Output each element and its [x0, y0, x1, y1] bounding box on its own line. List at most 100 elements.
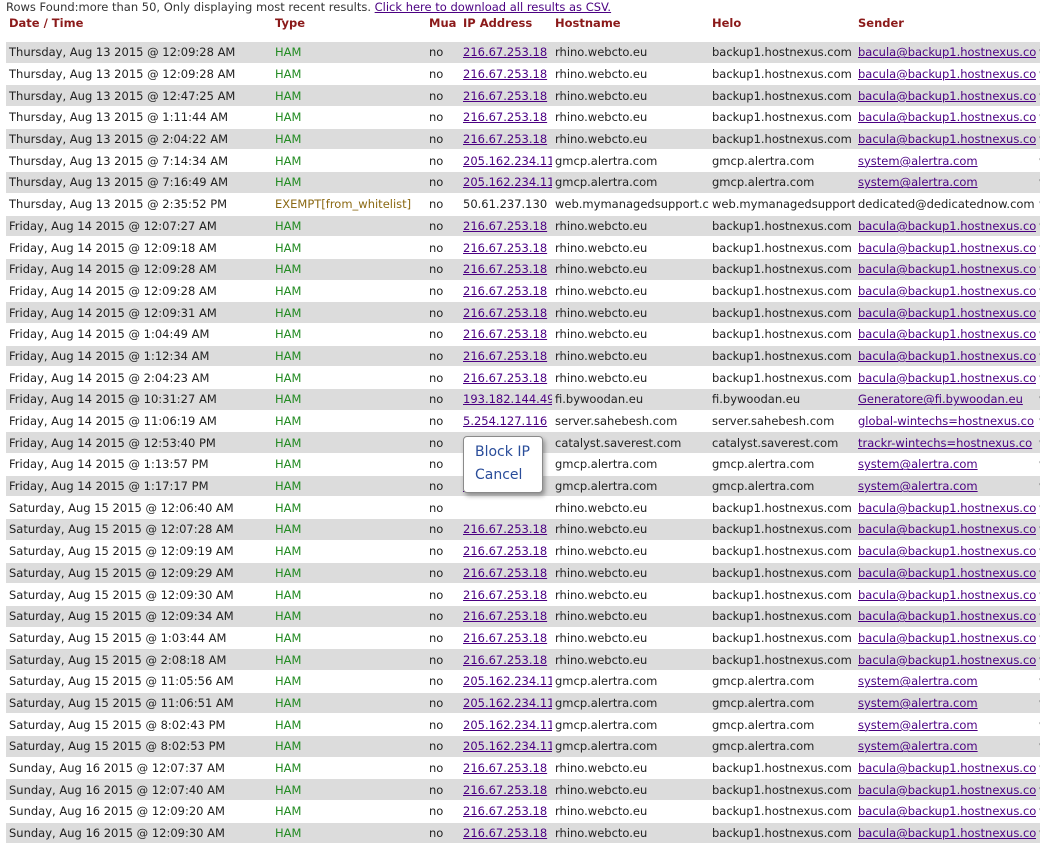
cell-sender-link[interactable]: bacula@backup1.hostnexus.co [858, 804, 1036, 818]
cell-sender-link[interactable]: bacula@backup1.hostnexus.co [858, 371, 1036, 385]
table-row: Saturday, Aug 15 2015 @ 8:02:43 PM HAM no 2… [6, 713, 1040, 736]
cell-sender-link[interactable]: bacula@backup1.hostnexus.co [858, 761, 1036, 775]
cell-sender-link[interactable]: bacula@backup1.hostnexus.co [858, 783, 1036, 797]
cell-sender-link[interactable]: global-wintechs=hostnexus.co [858, 414, 1034, 428]
cell-date: Saturday, Aug 15 2015 @ 12:09:29 AM [9, 565, 234, 580]
cell-ip-link[interactable]: 216.67.253.18 [463, 783, 547, 797]
col-header-ip[interactable]: IP Address [460, 14, 552, 42]
cell-sender-link[interactable]: system@alertra.com [858, 696, 978, 710]
cell-helo: backup1.hostnexus.com [712, 609, 852, 624]
cell-date: Thursday, Aug 13 2015 @ 12:09:28 AM [9, 45, 236, 60]
cell-sender-link[interactable]: bacula@backup1.hostnexus.co [858, 284, 1036, 298]
cell-sender-link[interactable]: bacula@backup1.hostnexus.co [858, 566, 1036, 580]
cell-sender-link[interactable]: bacula@backup1.hostnexus.co [858, 501, 1036, 515]
cell-ip-link[interactable]: 216.67.253.18 [463, 241, 547, 255]
cell-sender-link[interactable]: bacula@backup1.hostnexus.co [858, 631, 1036, 645]
cell-ip-link[interactable]: 216.67.253.18 [463, 566, 547, 580]
cell-ip-link[interactable]: 5.254.127.116 [463, 414, 547, 428]
cell-sender-link[interactable]: bacula@backup1.hostnexus.co [858, 132, 1036, 146]
cell-ip-link[interactable]: 216.67.253.18 [463, 327, 547, 341]
cell-mua: no [429, 761, 444, 776]
cell-ip-link[interactable]: 216.67.253.18 [463, 631, 547, 645]
cell-helo: backup1.hostnexus.com [712, 218, 852, 233]
cell-sender-link[interactable]: bacula@backup1.hostnexus.co [858, 522, 1036, 536]
cell-sender-link[interactable]: bacula@backup1.hostnexus.co [858, 826, 1036, 840]
table-row: Sunday, Aug 16 2015 @ 12:07:37 AM HAM no 21… [6, 757, 1040, 780]
cell-ip-link[interactable]: 205.162.234.11 [463, 696, 552, 710]
cell-sender-link[interactable]: bacula@backup1.hostnexus.co [858, 609, 1036, 623]
cell-ip-link[interactable]: 205.162.234.11 [463, 718, 552, 732]
cell-ip-link[interactable]: 216.67.253.18 [463, 544, 547, 558]
cell-ip-link[interactable]: 205.162.234.11 [463, 674, 552, 688]
col-header-helo[interactable]: Helo [709, 14, 855, 42]
cell-mua: no [429, 153, 444, 168]
cell-sender-link[interactable]: system@alertra.com [858, 479, 978, 493]
cell-sender-link[interactable]: bacula@backup1.hostnexus.co [858, 67, 1036, 81]
cell-type: HAM [275, 500, 302, 515]
table-row: Friday, Aug 14 2015 @ 12:09:31 AM HAM no 21… [6, 301, 1040, 324]
cancel-menu-item[interactable]: Cancel [464, 464, 542, 487]
cell-helo: backup1.hostnexus.com [712, 652, 852, 667]
cell-ip-link[interactable]: 216.67.253.18 [463, 306, 547, 320]
cell-ip-link[interactable]: 216.67.253.18 [463, 371, 547, 385]
cell-ip-link[interactable]: 216.67.253.18 [463, 522, 547, 536]
cell-sender-link[interactable]: system@alertra.com [858, 739, 978, 753]
cell-sender-link[interactable]: trackr-wintechs=hostnexus.co [858, 436, 1032, 450]
cell-sender-link[interactable]: system@alertra.com [858, 457, 978, 471]
block-ip-menu-item[interactable]: Block IP [464, 441, 542, 464]
cell-sender-link[interactable]: system@alertra.com [858, 175, 978, 189]
cell-ip-link[interactable]: 216.67.253.18 [463, 132, 547, 146]
cell-sender-link[interactable]: bacula@backup1.hostnexus.co [858, 349, 1036, 363]
table-row: Friday, Aug 14 2015 @ 1:12:34 AM HAM no 216… [6, 345, 1040, 368]
cell-sender-link[interactable]: bacula@backup1.hostnexus.co [858, 262, 1036, 276]
cell-sender-link[interactable]: Generatore@fi.bywoodan.eu [858, 392, 1023, 406]
cell-ip-link[interactable]: 216.67.253.18 [463, 67, 547, 81]
cell-sender-link[interactable]: bacula@backup1.hostnexus.co [858, 241, 1036, 255]
cell-type: HAM [275, 826, 302, 841]
cell-ip-link[interactable]: 216.67.253.18 [463, 284, 547, 298]
cell-ip-link[interactable]: 216.67.253.18 [463, 89, 547, 103]
cell-sender-link[interactable]: system@alertra.com [858, 154, 978, 168]
table-row: Saturday, Aug 15 2015 @ 12:07:28 AM HAM no… [6, 518, 1040, 541]
cell-sender-link[interactable]: bacula@backup1.hostnexus.co [858, 653, 1036, 667]
cell-date: Thursday, Aug 13 2015 @ 7:14:34 AM [9, 153, 229, 168]
cell-hostname: rhino.webcto.eu [555, 218, 648, 233]
cell-ip-link[interactable]: 193.182.144.49 [463, 392, 552, 406]
cell-mua: no [429, 717, 444, 732]
table-row: Thursday, Aug 13 2015 @ 1:11:44 AM HAM no 2… [6, 106, 1040, 129]
cell-sender-link[interactable]: system@alertra.com [858, 718, 978, 732]
cell-ip-link[interactable]: 216.67.253.18 [463, 219, 547, 233]
cell-sender-link[interactable]: bacula@backup1.hostnexus.co [858, 544, 1036, 558]
cell-sender-link[interactable]: bacula@backup1.hostnexus.co [858, 89, 1036, 103]
table-row: Friday, Aug 14 2015 @ 12:09:28 AM HAM no 21… [6, 258, 1040, 281]
col-header-hostname[interactable]: Hostname [552, 14, 709, 42]
col-header-recipient[interactable]: R [1036, 14, 1040, 42]
col-header-sender[interactable]: Sender [855, 14, 1036, 42]
cell-ip-link[interactable]: 205.162.234.11 [463, 175, 552, 189]
cell-ip-link[interactable]: 216.67.253.18 [463, 804, 547, 818]
cell-ip-link[interactable]: 205.162.234.11 [463, 154, 552, 168]
cell-ip-link[interactable]: 216.67.253.18 [463, 826, 547, 840]
download-csv-link[interactable]: Click here to download all results as CS… [375, 0, 611, 14]
cell-sender-link[interactable]: bacula@backup1.hostnexus.co [858, 45, 1036, 59]
cell-ip-link[interactable]: 216.67.253.18 [463, 349, 547, 363]
table-row: Saturday, Aug 15 2015 @ 11:06:51 AM HAM no… [6, 692, 1040, 715]
cell-sender-link[interactable]: bacula@backup1.hostnexus.co [858, 327, 1036, 341]
cell-ip-link[interactable]: 216.67.253.18 [463, 609, 547, 623]
table-row: Thursday, Aug 13 2015 @ 12:09:28 AM HAM no… [6, 63, 1040, 86]
cell-ip-link[interactable]: 216.67.253.18 [463, 588, 547, 602]
cell-ip-link[interactable]: 216.67.253.18 [463, 761, 547, 775]
cell-sender-link[interactable]: system@alertra.com [858, 674, 978, 688]
cell-sender-link[interactable]: bacula@backup1.hostnexus.co [858, 306, 1036, 320]
cell-ip-link[interactable]: 216.67.253.18 [463, 45, 547, 59]
cell-ip-link[interactable]: 216.67.253.18 [463, 262, 547, 276]
cell-sender-link[interactable]: bacula@backup1.hostnexus.co [858, 110, 1036, 124]
col-header-date[interactable]: Date / Time [6, 14, 272, 42]
cell-ip-link[interactable]: 216.67.253.18 [463, 110, 547, 124]
col-header-type[interactable]: Type [272, 14, 426, 42]
cell-ip-link[interactable]: 205.162.234.11 [463, 739, 552, 753]
cell-sender-link[interactable]: bacula@backup1.hostnexus.co [858, 219, 1036, 233]
col-header-mua[interactable]: Mua [426, 14, 460, 42]
cell-sender-link[interactable]: bacula@backup1.hostnexus.co [858, 588, 1036, 602]
cell-ip-link[interactable]: 216.67.253.18 [463, 653, 547, 667]
